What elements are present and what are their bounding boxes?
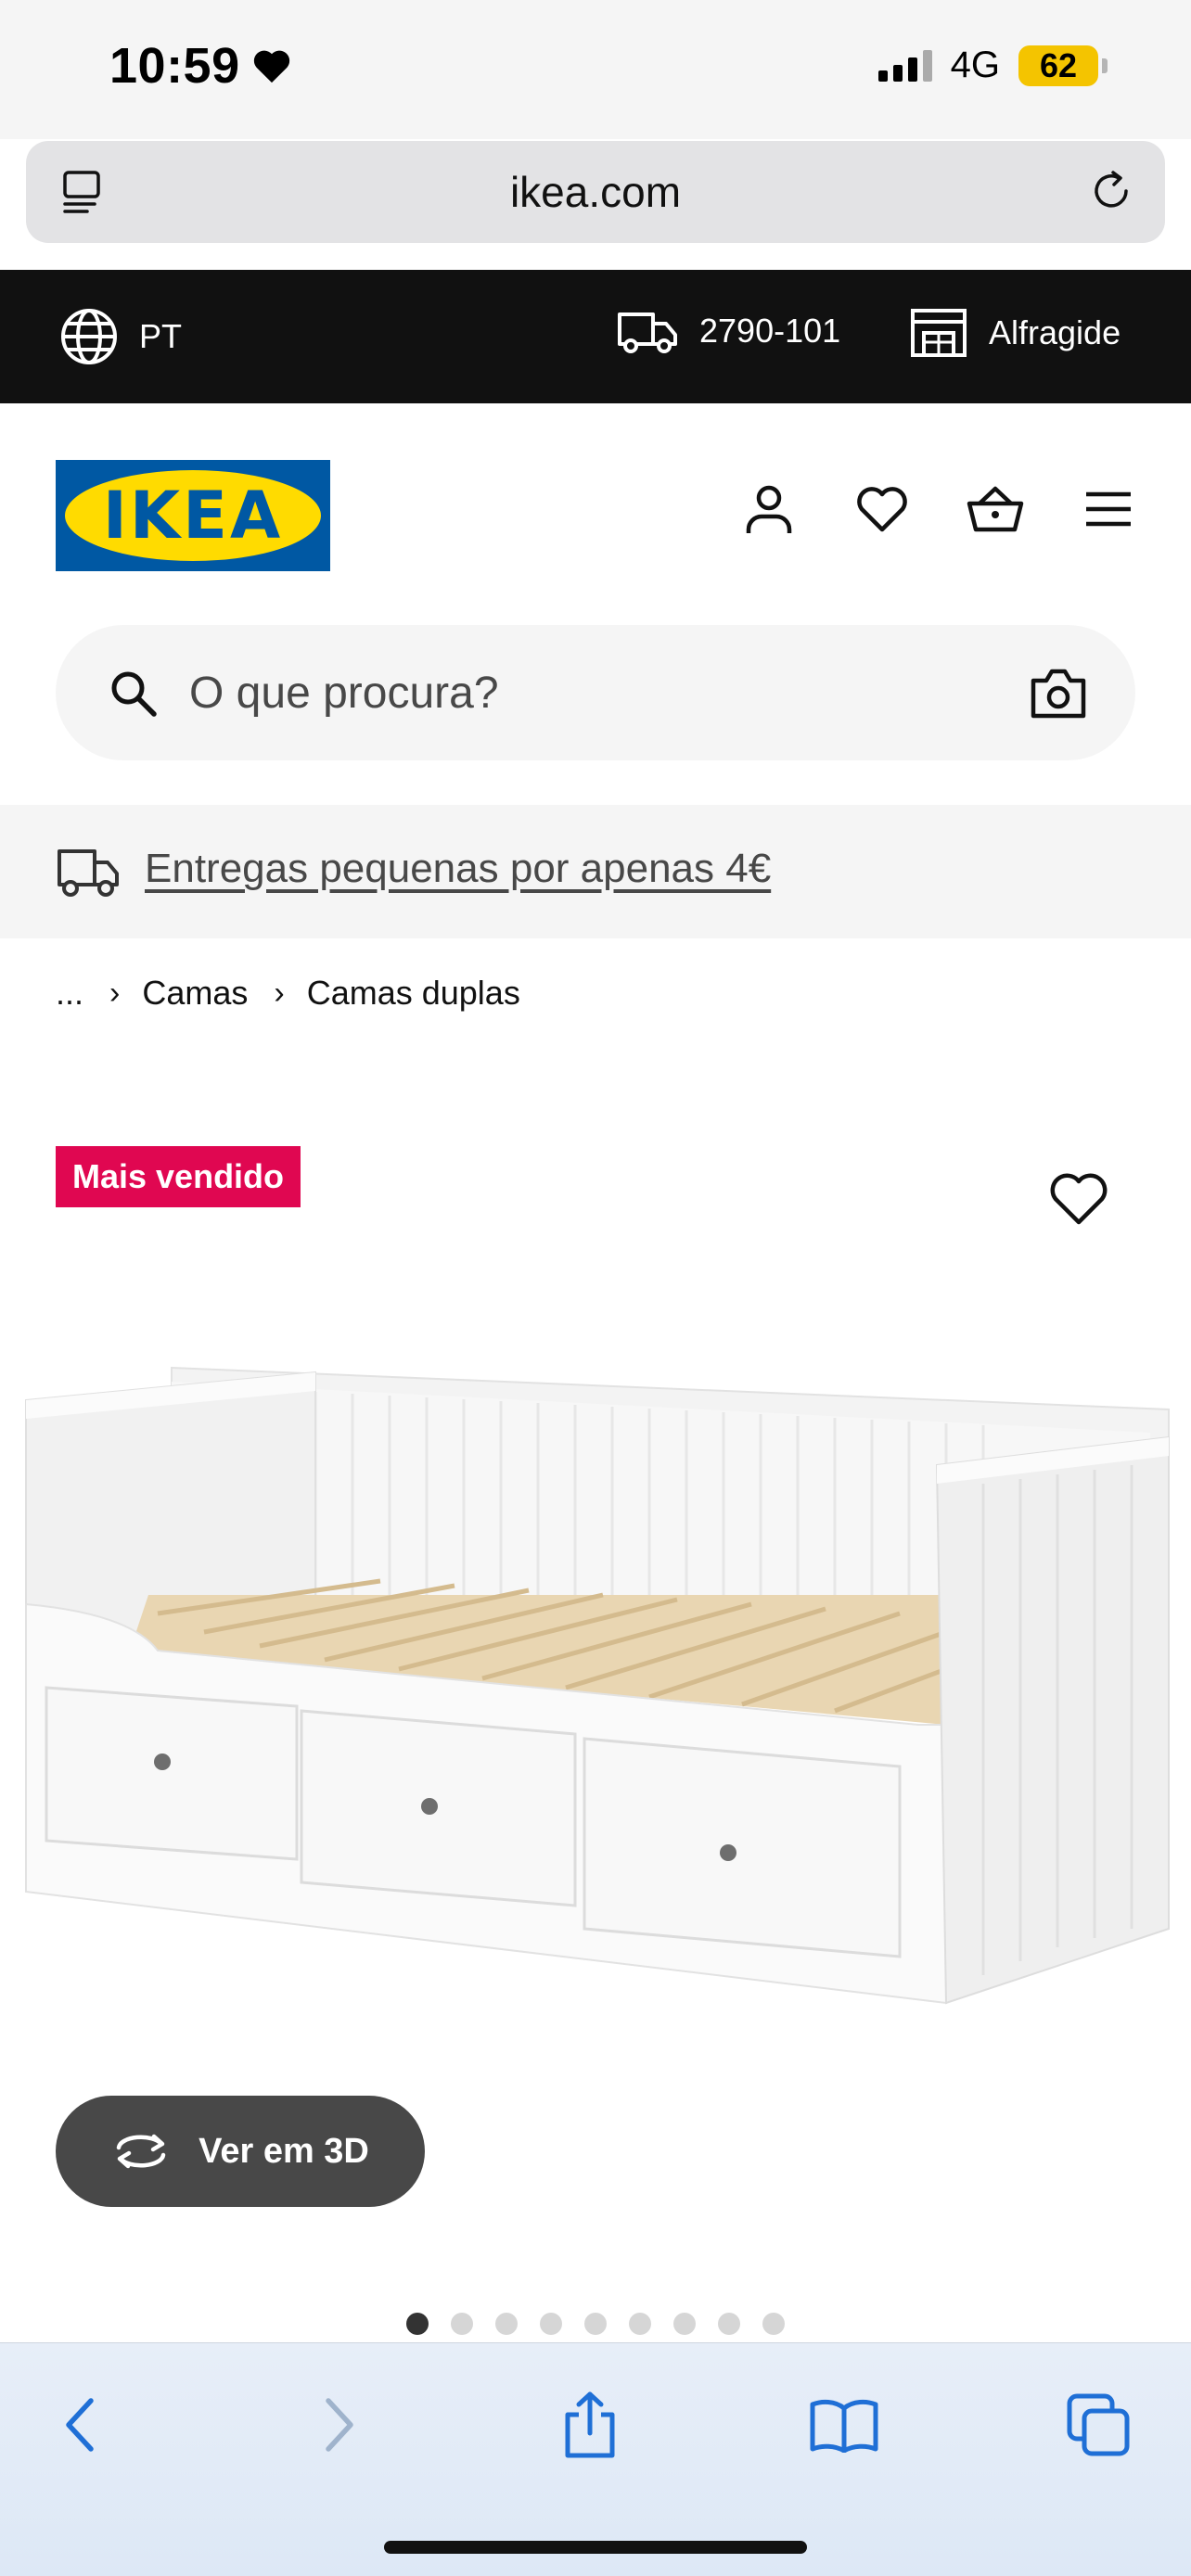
postal-code-selector[interactable]: 2790-101 xyxy=(616,307,840,355)
store-icon xyxy=(911,309,967,357)
heart-outline-icon xyxy=(857,487,907,532)
address-bar[interactable]: ikea.com xyxy=(26,141,1165,243)
breadcrumb-item-camas[interactable]: Camas xyxy=(142,974,248,1013)
status-indicators: 4G 62 xyxy=(877,45,1108,86)
globe-icon xyxy=(61,309,117,364)
signal-icon xyxy=(877,49,932,82)
carousel-dot[interactable] xyxy=(406,2313,429,2335)
basket-icon xyxy=(967,486,1024,532)
camera-icon[interactable] xyxy=(1030,666,1087,720)
account-button[interactable] xyxy=(740,480,798,538)
language-label: PT xyxy=(139,317,183,355)
reload-icon[interactable] xyxy=(1085,165,1137,217)
home-indicator xyxy=(384,2541,807,2554)
view-3d-button[interactable]: Ver em 3D xyxy=(56,2096,425,2207)
tabs-icon xyxy=(1067,2393,1130,2456)
carousel-dot[interactable] xyxy=(451,2313,473,2335)
heart-icon xyxy=(253,50,289,83)
status-time: 10:59 xyxy=(109,37,292,95)
menu-button[interactable] xyxy=(1080,480,1137,538)
search-input[interactable] xyxy=(189,658,968,727)
delivery-truck-icon xyxy=(618,312,677,353)
carousel-dot[interactable] xyxy=(629,2313,651,2335)
logo-ellipse: IKEA xyxy=(65,470,321,561)
breadcrumb-item-camas-duplas[interactable]: Camas duplas xyxy=(307,974,520,1013)
heart-outline-icon[interactable] xyxy=(1048,1170,1109,1228)
chevron-right-icon: › xyxy=(109,975,121,1011)
carousel-dot[interactable] xyxy=(762,2313,785,2335)
back-button[interactable] xyxy=(43,2388,117,2462)
url-text[interactable]: ikea.com xyxy=(26,167,1165,217)
cart-button[interactable] xyxy=(967,480,1024,538)
view-3d-label: Ver em 3D xyxy=(198,2131,369,2171)
header-actions xyxy=(740,480,1137,538)
search-icon xyxy=(111,671,157,717)
carousel-dot[interactable] xyxy=(495,2313,518,2335)
bookmarks-button[interactable] xyxy=(807,2388,881,2462)
chevron-left-icon xyxy=(66,2398,94,2452)
promo-link[interactable]: Entregas pequenas por apenas 4€ xyxy=(145,846,771,892)
store-label: Alfragide xyxy=(989,313,1121,351)
chevron-right-icon: › xyxy=(274,975,285,1011)
status-time-text: 10:59 xyxy=(109,38,240,94)
carousel-dot[interactable] xyxy=(540,2313,562,2335)
language-selector[interactable]: PT xyxy=(59,307,182,366)
tabs-button[interactable] xyxy=(1061,2388,1135,2462)
store-selector[interactable]: Alfragide xyxy=(909,307,1121,359)
carousel-dot[interactable] xyxy=(718,2313,740,2335)
product-image[interactable] xyxy=(19,1335,1172,2021)
ikea-logo[interactable]: IKEA xyxy=(56,460,330,571)
status-bar: 10:59 4G 62 xyxy=(0,0,1191,139)
share-icon xyxy=(565,2391,615,2458)
battery-icon: 62 xyxy=(1018,45,1108,86)
image-carousel-dots xyxy=(0,2313,1191,2335)
share-button[interactable] xyxy=(553,2388,627,2462)
user-icon xyxy=(746,485,792,533)
book-icon xyxy=(810,2399,878,2453)
delivery-truck-icon xyxy=(58,849,119,897)
chevron-right-icon xyxy=(326,2398,353,2452)
breadcrumb-ellipsis[interactable]: ... xyxy=(56,974,83,1013)
breadcrumb: ... › Camas › Camas duplas xyxy=(56,974,520,1013)
carousel-dot[interactable] xyxy=(584,2313,607,2335)
top-utility-bar: PT 2790-101 Alfragide xyxy=(0,270,1191,403)
carousel-dot[interactable] xyxy=(673,2313,696,2335)
hamburger-icon xyxy=(1086,491,1131,527)
network-type: 4G xyxy=(950,45,1000,85)
battery-level: 62 xyxy=(1039,45,1078,84)
bestseller-badge: Mais vendido xyxy=(56,1146,301,1207)
favourites-button[interactable] xyxy=(853,480,911,538)
rotate-3d-icon xyxy=(116,2134,166,2169)
postal-code-label: 2790-101 xyxy=(699,312,841,350)
search-bar xyxy=(56,625,1135,760)
forward-button[interactable] xyxy=(302,2388,377,2462)
promo-banner: Entregas pequenas por apenas 4€ xyxy=(0,805,1191,938)
logo-text: IKEA xyxy=(102,478,284,554)
